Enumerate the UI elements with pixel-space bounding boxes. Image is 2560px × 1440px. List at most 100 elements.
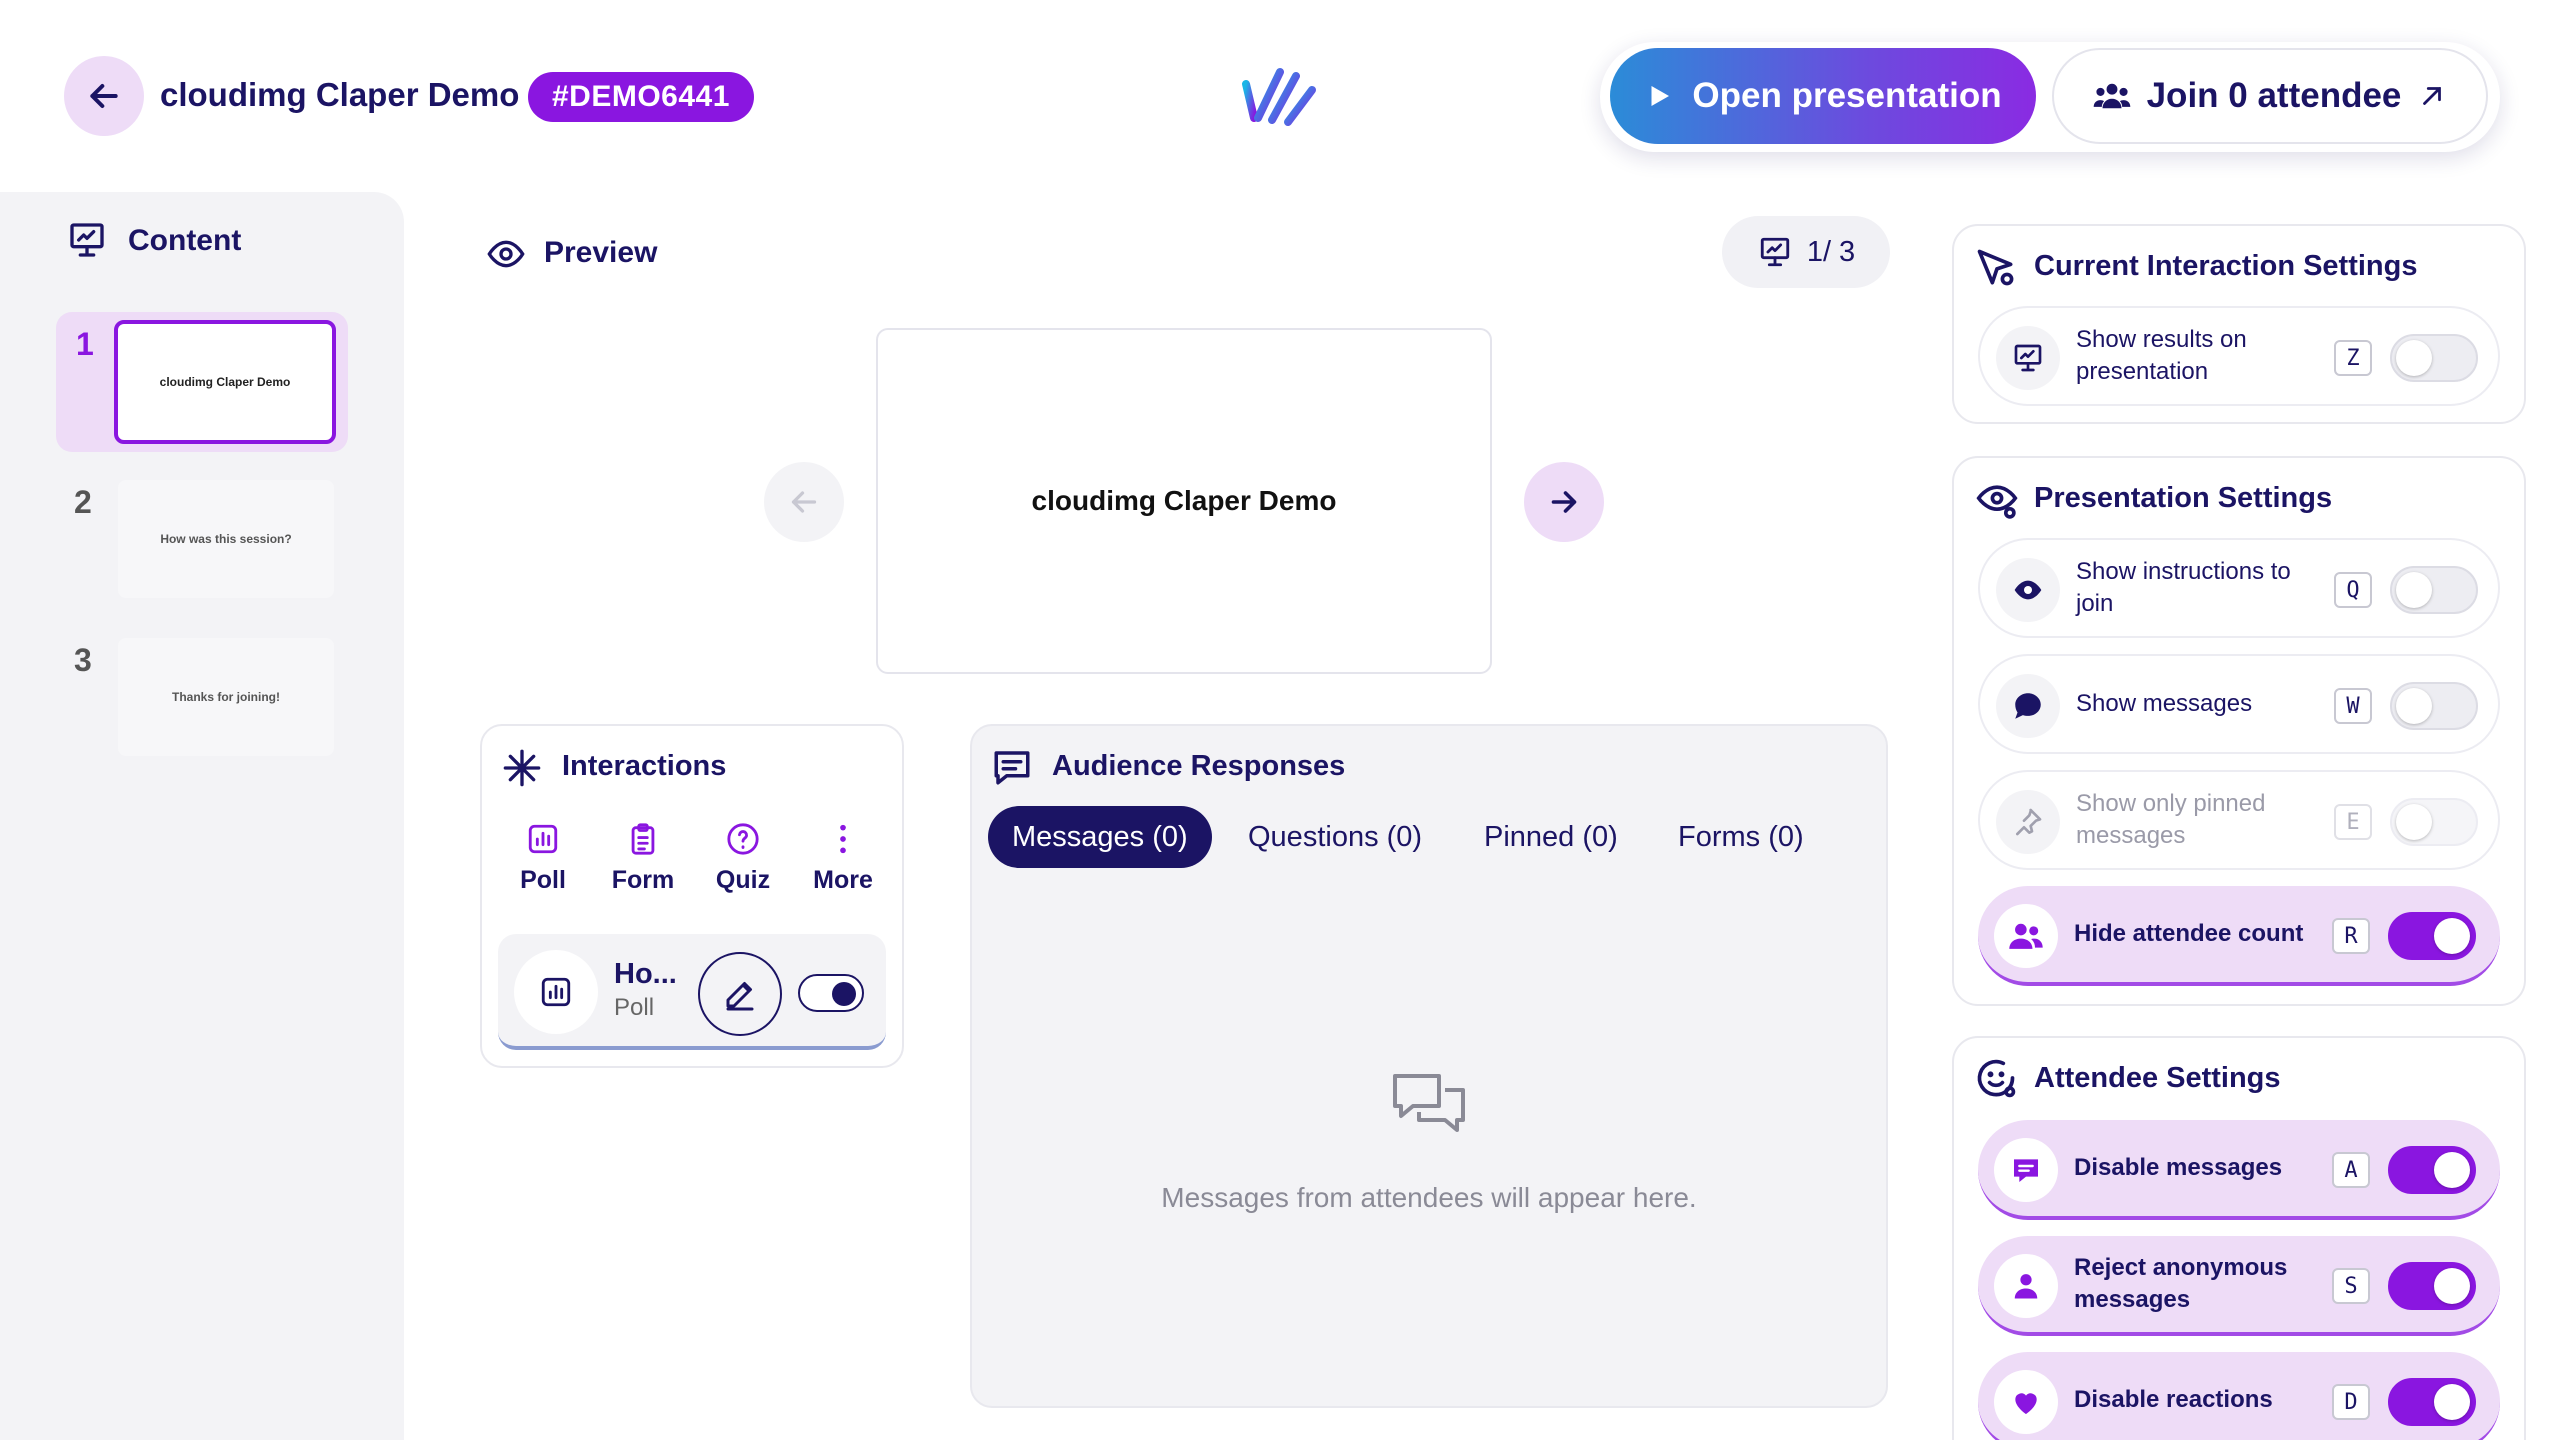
shortcut-key: R xyxy=(2332,918,2370,954)
tab-pinned[interactable]: Pinned (0) xyxy=(1460,806,1642,868)
toggle-switch[interactable] xyxy=(2388,1146,2476,1194)
setting-reject-anonymous[interactable]: Reject anonymous messages S xyxy=(1978,1236,2500,1336)
slide-number-1: 1 xyxy=(76,326,94,362)
preview-label: Preview xyxy=(544,236,658,269)
presentation-chart-icon xyxy=(1996,326,2060,390)
quiz-icon xyxy=(727,823,759,855)
shortcut-key: E xyxy=(2334,804,2372,840)
claper-logo xyxy=(1240,62,1320,132)
more-tool-label: More xyxy=(813,866,873,894)
users-icon xyxy=(2093,83,2130,109)
setting-label: Show instructions to join xyxy=(2076,558,2291,617)
setting-show-results[interactable]: Show results on presentation Z xyxy=(1978,306,2500,406)
toggle-switch[interactable] xyxy=(2388,1378,2476,1426)
message-icon xyxy=(1994,1138,2058,1202)
setting-show-pinned-only[interactable]: Show only pinned messages E xyxy=(1978,770,2500,870)
shortcut-key: A xyxy=(2332,1152,2370,1188)
toggle-switch[interactable] xyxy=(2390,798,2478,846)
shortcut-key: Z xyxy=(2334,340,2372,376)
shortcut-key: D xyxy=(2332,1384,2370,1420)
setting-label: Disable messages xyxy=(2074,1154,2283,1181)
quiz-tool-label: Quiz xyxy=(715,866,771,894)
chat-bubbles-icon xyxy=(1388,1068,1470,1148)
open-presentation-button[interactable]: Open presentation xyxy=(1610,48,2036,144)
join-attendee-button[interactable]: Join 0 attendee xyxy=(2052,48,2488,144)
shortcut-key: W xyxy=(2334,688,2372,724)
eye-icon xyxy=(484,234,528,274)
tab-messages[interactable]: Messages (0) xyxy=(988,806,1212,868)
slide-preview: cloudimg Claper Demo xyxy=(876,328,1492,674)
current-interaction-settings-title: Current Interaction Settings xyxy=(2034,250,2418,282)
poll-icon xyxy=(528,824,558,854)
external-arrow-icon xyxy=(2423,87,2442,105)
slide-counter[interactable]: 1/ 3 xyxy=(1722,216,1890,288)
logo-icon xyxy=(1242,68,1316,126)
shortcut-key: S xyxy=(2332,1268,2370,1304)
slide-thumbnail-2[interactable]: How was this session? xyxy=(118,480,334,598)
tab-forms[interactable]: Forms (0) xyxy=(1654,806,1828,868)
join-attendee-label: Join 0 attendee xyxy=(2146,76,2402,115)
more-icon xyxy=(840,824,846,854)
setting-label: Reject anonymous messages xyxy=(2074,1254,2288,1313)
more-tool-button[interactable]: More xyxy=(798,822,888,895)
slide-thumbnail-3[interactable]: Thanks for joining! xyxy=(118,638,334,756)
setting-label: Show messages xyxy=(2076,690,2253,717)
empty-state-message: Messages from attendees will appear here… xyxy=(1161,1182,1697,1213)
smiley-settings-icon xyxy=(1974,1056,2018,1100)
toggle-switch[interactable] xyxy=(2390,682,2478,730)
setting-disable-reactions[interactable]: Disable reactions D xyxy=(1978,1352,2500,1440)
poll-tool-button[interactable]: Poll xyxy=(498,822,588,895)
quiz-tool-button[interactable]: Quiz xyxy=(698,822,788,895)
sparkle-icon xyxy=(502,748,542,788)
slide-thumbnail-1[interactable]: cloudimg Claper Demo xyxy=(114,320,336,444)
shortcut-key: Q xyxy=(2334,572,2372,608)
arrow-right-icon xyxy=(1551,491,1577,513)
play-icon xyxy=(1651,86,1670,106)
toggle-switch[interactable] xyxy=(2390,334,2478,382)
content-title: Content xyxy=(128,224,242,257)
next-slide-button[interactable] xyxy=(1524,462,1604,542)
chat-bubble-icon xyxy=(990,746,1034,788)
interactions-title: Interactions xyxy=(562,750,727,782)
user-icon xyxy=(1994,1254,2058,1318)
poll-tool-label: Poll xyxy=(520,866,566,894)
interaction-item-type: Poll xyxy=(614,994,655,1021)
presentation-screen-icon xyxy=(1760,237,1789,267)
cursor-settings-icon xyxy=(1974,246,2018,290)
interaction-active-toggle[interactable] xyxy=(798,974,864,1012)
slide-number-3: 3 xyxy=(74,642,92,678)
slide-number-2: 2 xyxy=(74,484,92,520)
open-presentation-label: Open presentation xyxy=(1692,76,2002,115)
previous-slide-button[interactable] xyxy=(764,462,844,542)
pencil-icon xyxy=(726,982,754,1011)
tab-questions[interactable]: Questions (0) xyxy=(1224,806,1446,868)
toggle-switch[interactable] xyxy=(2390,566,2478,614)
message-bubble-icon xyxy=(1996,674,2060,738)
toggle-switch[interactable] xyxy=(2388,912,2476,960)
setting-label: Show results on presentation xyxy=(2076,326,2247,385)
form-tool-label: Form xyxy=(611,866,675,894)
setting-label: Disable reactions xyxy=(2074,1386,2273,1413)
setting-show-messages[interactable]: Show messages W xyxy=(1978,654,2500,754)
slide-counter-text: 1/ 3 xyxy=(1806,235,1856,268)
event-code-badge[interactable]: #DEMO6441 xyxy=(528,72,754,122)
toggle-switch[interactable] xyxy=(2388,1262,2476,1310)
setting-show-instructions[interactable]: Show instructions to join Q xyxy=(1978,538,2500,638)
presentation-title: cloudimg Claper Demo xyxy=(160,76,520,113)
setting-hide-attendee-count[interactable]: Hide attendee count R xyxy=(1978,886,2500,986)
edit-interaction-button[interactable] xyxy=(698,952,782,1036)
poll-icon xyxy=(514,950,598,1034)
attendee-settings-title: Attendee Settings xyxy=(2034,1062,2281,1094)
back-button[interactable] xyxy=(64,56,144,136)
eye-settings-icon xyxy=(1974,478,2020,522)
pin-icon xyxy=(1996,790,2060,854)
setting-disable-messages[interactable]: Disable messages A xyxy=(1978,1120,2500,1220)
presentation-screen-icon xyxy=(66,220,108,260)
users-icon xyxy=(1994,904,2058,968)
arrow-left-icon xyxy=(90,84,118,108)
form-icon xyxy=(631,823,655,855)
eye-icon xyxy=(1996,558,2060,622)
form-tool-button[interactable]: Form xyxy=(598,822,688,895)
interaction-item-title: Ho... xyxy=(614,958,677,990)
setting-label: Hide attendee count xyxy=(2074,920,2304,947)
